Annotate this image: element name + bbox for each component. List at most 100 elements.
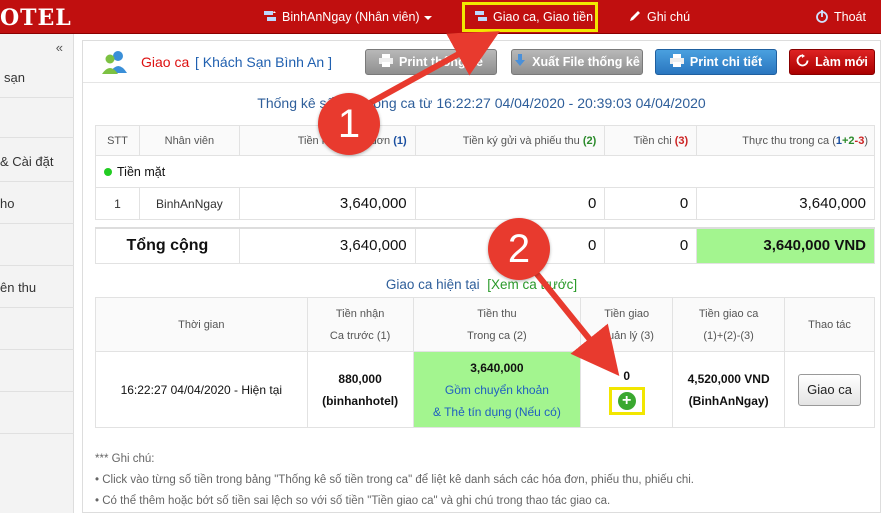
logout-label: Thoát (834, 10, 866, 24)
spacer-cell (96, 220, 875, 228)
current-shift-label: Giao ca hiện tại (385, 277, 480, 292)
sidebar-item-report[interactable]: ho (0, 184, 74, 224)
note-line-1: • Click vào từng số tiền trong bảng "Thố… (95, 474, 694, 486)
col-spend: Tiền chi (3) (604, 125, 698, 156)
col-mgr-l1: Tiền giao (604, 307, 650, 320)
user-menu-label: BinhAnNgay (Nhân viên) (282, 10, 420, 24)
row-invoice-amount[interactable]: 3,640,000 (238, 187, 416, 220)
handover-button[interactable]: Giao ca (798, 373, 861, 406)
panel-header: Giao ca [ Khách Sạn Bình An ] Print thốn… (83, 41, 880, 83)
notes-section: *** Ghi chú: • Click vào từng số tiền tr… (95, 449, 694, 512)
manager-amount: 0 (623, 368, 631, 383)
sidebar-item-settings[interactable]: & Cài đặt (0, 142, 74, 182)
sidebar-item-label: & Cài đặt (0, 154, 54, 169)
col-mgr-l2: Quản lý (3) (599, 329, 654, 342)
note-line-2: • Có thể thêm hoặc bớt số tiền sai lệch … (95, 495, 611, 507)
stats-title: Thống kê số tiền trong ca từ 16:22:27 04… (257, 95, 706, 111)
sidebar-item-hotel[interactable]: sạn (0, 58, 74, 98)
row-deposit-amount[interactable]: 0 (414, 187, 606, 220)
col-mgr: Tiền giao Quản lý (3) (580, 297, 674, 352)
export-file-label: Xuất File thống kê (532, 55, 640, 69)
notes-menu[interactable]: Ghi chú (628, 0, 690, 34)
collapse-sidebar-icon[interactable]: « (56, 40, 63, 55)
user-menu[interactable]: BinhAnNgay (Nhân viên) (263, 0, 432, 34)
prev-shift-cell: 880,000 (binhanhotel) (306, 351, 414, 428)
step-badge-2: 2 (488, 218, 550, 280)
hotel-name: [ Khách Sạn Bình An ] (195, 54, 332, 70)
download-icon (514, 54, 526, 70)
current-shift-table: Thời gian Tiền nhận Ca trước (1) Tiền thu… (95, 297, 875, 428)
total-invoice: 3,640,000 (238, 226, 416, 264)
page-title: Giao ca (141, 54, 190, 70)
current-shift-title: Giao ca hiện tại [Xem ca trước] (83, 277, 880, 292)
col-action: Thao tác (784, 297, 875, 352)
cash-group: Tiền mặt (95, 155, 875, 188)
prev-user: (binhanhotel) (322, 393, 399, 408)
user-switch-icon (263, 9, 277, 26)
refresh-icon (796, 54, 809, 70)
total-spend: 0 (604, 226, 698, 264)
shift-time: 16:22:27 04/04/2020 - Hiện tại (95, 351, 308, 428)
prev-amount: 880,000 (338, 371, 382, 386)
export-file-button[interactable]: Xuất File thống kê (511, 49, 643, 75)
printer-icon (378, 54, 393, 70)
sidebar-item-revenue[interactable]: ên thu (0, 268, 74, 308)
sidebar-item-blank[interactable] (0, 98, 74, 138)
print-summary-button[interactable]: Print thống kê (365, 49, 497, 75)
view-previous-shift-link[interactable]: [Xem ca trước] (487, 277, 577, 292)
logout-link[interactable]: Thoát (815, 0, 866, 34)
total-actual: 3,640,000 VND (696, 226, 875, 264)
sidebar-item-blank-4[interactable] (0, 352, 74, 392)
pencil-icon (628, 9, 642, 26)
shift-stats-table: STT Nhân viên Tiền nhận hóa đơn (1) Tiền… (95, 125, 875, 264)
notes-menu-label: Ghi chú (647, 10, 691, 24)
table-row: 1 BinhAnNgay 3,640,000 0 0 3,640,000 (95, 187, 875, 220)
handover-cell: 4,520,000 VND (BinhAnNgay) (672, 351, 786, 428)
col-deposit: Tiền ký gửi và phiếu thu (2) (414, 125, 606, 156)
add-manager-amount-icon[interactable]: + (617, 391, 636, 410)
step-badge-1: 1 (318, 93, 380, 155)
col-actual-ref-3: -3 (854, 134, 865, 147)
manager-cell: 0 + (580, 351, 674, 428)
row-actual-amount[interactable]: 3,640,000 (696, 187, 875, 220)
handover-amount: 4,520,000 VND (687, 371, 770, 386)
sidebar-item-blank-3[interactable] (0, 310, 74, 350)
row-staff: BinhAnNgay (138, 187, 240, 220)
refresh-button[interactable]: Làm mới (789, 49, 875, 75)
printer-icon (669, 54, 684, 70)
notes-heading: *** Ghi chú: (95, 453, 155, 465)
sidebar-item-blank-5[interactable] (0, 394, 74, 434)
main-panel: Giao ca [ Khách Sạn Bình An ] Print thốn… (82, 40, 881, 513)
col-invoice-ref: (1) (393, 134, 407, 147)
col-actual-label: Thực thu trong ca (742, 134, 830, 147)
table-row: 16:22:27 04/04/2020 - Hiện tại 880,000 (b… (95, 351, 875, 428)
green-dot-icon (104, 167, 112, 176)
highlight-box-add: + (608, 386, 645, 415)
print-detail-button[interactable]: Print chi tiết (655, 49, 777, 75)
col-actual-ref-close: ) (864, 134, 868, 147)
power-icon (815, 9, 829, 26)
table-header-row: STT Nhân viên Tiền nhận hóa đơn (1) Tiền… (95, 125, 875, 156)
col-prev: Tiền nhận Ca trước (1) (306, 297, 414, 352)
sidebar-item-blank-2[interactable] (0, 226, 74, 266)
handover-user: (BinhAnNgay) (688, 393, 769, 408)
sidebar-item-label: ho (0, 196, 15, 211)
col-prev-l2: Ca trước (1) (329, 329, 391, 342)
total-label: Tổng cộng (95, 226, 240, 264)
col-staff: Nhân viên (138, 125, 240, 156)
col-in-l1: Tiền thu (477, 307, 517, 320)
col-in: Tiền thu Trong ca (2) (412, 297, 582, 352)
top-navbar: OTEL BinhAnNgay (Nhân viên) Giao ca, Gia… (0, 0, 881, 34)
col-stt: STT (95, 125, 140, 156)
in-note-2: & Thẻ tín dụng (Nếu có) (432, 404, 561, 419)
col-actual-ref-2: +2 (842, 134, 855, 147)
col-handover-l2: (1)+(2)-(3) (703, 329, 754, 342)
sidebar-item-label: ên thu (0, 280, 37, 295)
refresh-label: Làm mới (815, 55, 868, 69)
in-note-1: Gồm chuyển khoản (444, 382, 549, 397)
col-spend-label: Tiền chi (633, 134, 672, 147)
table-header-row: Thời gian Tiền nhận Ca trước (1) Tiền thu… (95, 297, 875, 352)
chevron-down-icon (423, 16, 432, 20)
col-in-l2: Trong ca (2) (467, 329, 527, 342)
row-spend-amount[interactable]: 0 (604, 187, 698, 220)
